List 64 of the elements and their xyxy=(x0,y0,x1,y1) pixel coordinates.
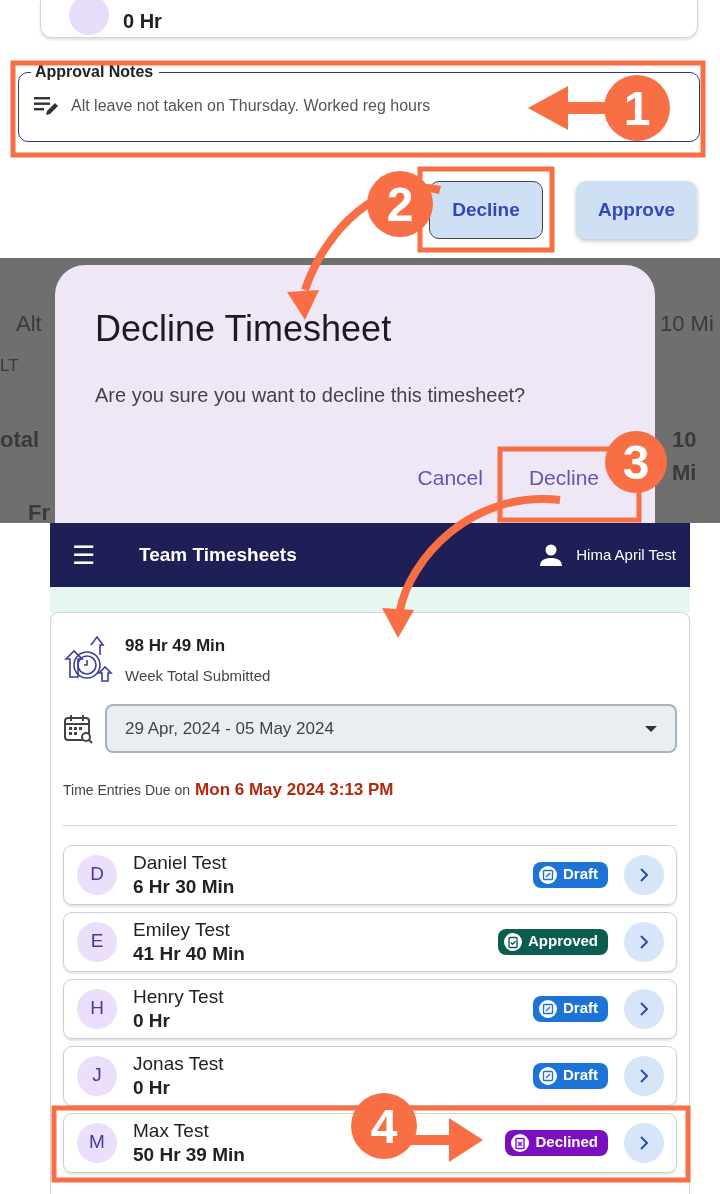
open-button[interactable] xyxy=(624,988,664,1029)
clipboard-check-icon xyxy=(504,932,522,951)
open-button[interactable] xyxy=(624,921,664,962)
open-button[interactable] xyxy=(624,854,664,895)
app-title: Team Timesheets xyxy=(139,542,297,567)
caret-icon xyxy=(645,725,657,732)
avatar: J xyxy=(77,1055,117,1096)
edit-icon xyxy=(539,999,557,1018)
status-badge: Draft xyxy=(533,995,608,1022)
dialog-title: Decline Timesheet xyxy=(95,307,393,351)
employee-hours: 0 Hr xyxy=(133,1075,171,1100)
open-button[interactable] xyxy=(624,1055,664,1096)
total-hours: 98 Hr 49 Min xyxy=(125,635,227,657)
decline-button[interactable]: Decline xyxy=(429,181,543,239)
dialog-message: Are you sure you want to decline this timesheet? xyxy=(95,383,527,409)
user-name[interactable]: Hima April Test xyxy=(576,543,676,567)
employee-name: Jonas Test xyxy=(133,1051,224,1076)
notes-edit-icon xyxy=(33,94,59,118)
total-caption: Week Total Submitted xyxy=(125,665,271,686)
chevron-right-icon xyxy=(639,867,649,882)
step-badge: 2 xyxy=(367,171,433,237)
status-badge: Approved xyxy=(498,928,608,955)
chevron-right-icon xyxy=(639,934,649,949)
avatar: E xyxy=(77,921,117,962)
avatar: H xyxy=(77,988,117,1029)
step-badge: 3 xyxy=(605,431,667,493)
employee-name: Henry Test xyxy=(133,984,224,1009)
decline-button[interactable]: Decline xyxy=(528,462,599,494)
employee-hours: 0 Hr xyxy=(133,1008,171,1033)
user-icon xyxy=(540,544,563,566)
due-label: Time Entries Due on xyxy=(63,781,191,800)
employee-row[interactable]: E Emiley Test 41 Hr 40 Min Approved xyxy=(63,911,677,972)
calendar-search-icon xyxy=(63,713,93,744)
employee-row[interactable]: H Henry Test 0 Hr Draft xyxy=(63,978,677,1039)
clipboard-x-icon xyxy=(511,1133,530,1152)
open-button[interactable] xyxy=(624,1122,664,1163)
avatar: D xyxy=(77,854,117,895)
approve-button[interactable]: Approve xyxy=(576,181,697,239)
employee-hours: 41 Hr 40 Min xyxy=(133,941,245,966)
step-badge: 4 xyxy=(351,1093,417,1159)
employee-name: Emiley Test xyxy=(133,917,231,942)
chevron-right-icon xyxy=(639,1001,649,1016)
cancel-button[interactable]: Cancel xyxy=(417,462,483,494)
employee-row[interactable]: J Jonas Test 0 Hr Draft xyxy=(63,1045,677,1106)
hours-text: 0 Hr xyxy=(123,11,162,31)
edit-icon xyxy=(539,1066,557,1085)
status-badge: Declined xyxy=(505,1129,608,1156)
menu-button[interactable]: ☰ xyxy=(72,542,95,568)
notes-text: Alt leave not taken on Thursday. Worked reg hours xyxy=(71,96,431,116)
chevron-right-icon xyxy=(639,1135,649,1150)
week-dropdown[interactable]: 29 Apr, 2024 - 05 May 2024 xyxy=(105,704,677,753)
edit-icon xyxy=(539,865,557,884)
employee-hours: 6 Hr 30 Min xyxy=(133,874,235,899)
avatar xyxy=(69,0,109,35)
avatar: M xyxy=(77,1122,117,1163)
employee-name: Daniel Test xyxy=(133,850,228,875)
employee-hours: 50 Hr 39 Min xyxy=(133,1142,245,1167)
due-date: Mon 6 May 2024 3:13 PM xyxy=(195,779,394,801)
status-badge: Draft xyxy=(533,861,608,888)
employee-name: Max Test xyxy=(133,1118,210,1143)
chevron-right-icon xyxy=(639,1068,649,1083)
step-badge: 1 xyxy=(604,75,670,141)
status-badge: Draft xyxy=(533,1062,608,1089)
employee-row[interactable]: D Daniel Test 6 Hr 30 Min Draft xyxy=(63,844,677,905)
